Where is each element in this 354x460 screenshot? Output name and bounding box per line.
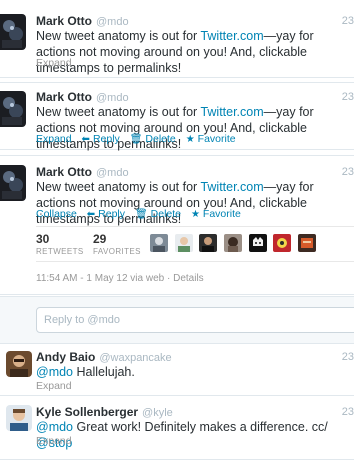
star-icon: ★	[185, 134, 195, 145]
reply-arrow-icon: ⬅	[81, 134, 90, 145]
reply-placeholder: Reply to @mdo	[44, 314, 120, 326]
tweet-text: @mdo Great work! Definitely makes a diff…	[36, 420, 328, 450]
tweet-card-1[interactable]: Mark Otto @mdo 23 New tweet anatomy is ou…	[0, 0, 354, 78]
favoriters-avatars	[150, 234, 319, 252]
reply-tweet-2[interactable]: Kyle Sollenberger @kyle 23 @mdo Great wor…	[0, 397, 354, 460]
favoriter-avatar[interactable]	[273, 234, 292, 252]
favoriter-avatar[interactable]	[174, 234, 193, 252]
tweet-actions: Expand	[36, 380, 72, 393]
favorite-action[interactable]: ★ Favorite	[186, 133, 236, 145]
fullname[interactable]: Kyle Sollenberger	[36, 405, 138, 419]
expand-link[interactable]: Expand	[36, 133, 72, 145]
timestamp[interactable]: 23	[342, 14, 354, 29]
expand-link[interactable]: Expand	[36, 380, 72, 392]
avatar[interactable]	[6, 351, 32, 377]
collapse-link[interactable]: Collapse	[36, 208, 77, 220]
favoriter-avatar[interactable]	[223, 234, 242, 252]
fullname[interactable]: Andy Baio	[36, 350, 95, 364]
tweet-stats: 30 RETWEETS 29 FAVORITES	[36, 226, 354, 262]
favorites-count: 29	[93, 232, 107, 246]
delete-action[interactable]: 🗑 Delete	[135, 208, 181, 220]
avatar[interactable]	[0, 14, 26, 50]
expand-link[interactable]: Expand	[36, 57, 72, 69]
favoriter-avatar[interactable]	[248, 234, 267, 252]
fullname[interactable]: Mark Otto	[36, 14, 92, 28]
delete-action[interactable]: 🗑 Delete	[130, 133, 176, 145]
tweet-text: @mdo Hallelujah.	[36, 365, 135, 379]
favorite-action[interactable]: ★ Favorite	[191, 208, 241, 220]
star-icon: ★	[190, 209, 200, 220]
mention-link[interactable]: @mdo	[36, 365, 73, 379]
favoriter-avatar[interactable]	[150, 234, 168, 252]
reply-action[interactable]: ⬅ Reply	[82, 133, 120, 145]
timestamp[interactable]: 23	[342, 350, 354, 365]
tweet-actions: Expand	[36, 57, 72, 70]
avatar[interactable]	[6, 405, 32, 431]
tweet-link[interactable]: Twitter.com	[200, 180, 263, 194]
tweet-actions: Expand ⬅ Reply 🗑 Delete ★ Favorite	[36, 133, 243, 146]
tweet-text: New tweet anatomy is out for Twitter.com…	[36, 29, 314, 75]
mention-link[interactable]: @mdo	[36, 420, 73, 434]
trash-icon: 🗑	[134, 209, 148, 220]
username[interactable]: @mdo	[96, 167, 129, 179]
favorites-label: FAVORITES	[93, 247, 141, 256]
favorites-stat[interactable]: 29 FAVORITES	[93, 233, 141, 257]
trash-icon: 🗑	[129, 134, 143, 145]
expand-link[interactable]: Expand	[36, 435, 72, 447]
reply-tweet-1[interactable]: Andy Baio @waxpancake 23 @mdo Hallelujah.…	[0, 344, 354, 396]
tweet-link[interactable]: Twitter.com	[200, 29, 263, 43]
username[interactable]: @kyle	[142, 407, 173, 419]
reply-input[interactable]: Reply to @mdo	[36, 307, 354, 333]
timestamp[interactable]: 23	[342, 90, 354, 105]
timestamp[interactable]: 23	[342, 405, 354, 420]
tweet-meta[interactable]: 11:54 AM - 1 May 12 via web · Details	[36, 273, 204, 284]
avatar[interactable]	[0, 91, 26, 127]
username[interactable]: @mdo	[96, 92, 129, 104]
favoriter-avatar[interactable]	[297, 234, 316, 252]
reply-area: Reply to @mdo	[0, 296, 354, 344]
tweet-card-2[interactable]: Mark Otto @mdo 23 New tweet anatomy is ou…	[0, 82, 354, 151]
favoriter-avatar[interactable]	[199, 234, 218, 252]
retweets-count: 30	[36, 232, 50, 246]
tweet-stream: Mark Otto @mdo 23 New tweet anatomy is ou…	[0, 0, 354, 460]
retweets-label: RETWEETS	[36, 247, 84, 256]
tweet-actions: Collapse ⬅ Reply 🗑 Delete ★ Favorite	[36, 208, 248, 221]
tweet-actions: Expand	[36, 435, 72, 448]
reply-arrow-icon: ⬅	[86, 209, 96, 220]
tweet-link[interactable]: Twitter.com	[200, 105, 263, 119]
tweet-card-expanded[interactable]: Mark Otto @mdo 23 New tweet anatomy is ou…	[0, 155, 354, 295]
reply-action[interactable]: ⬅ Reply	[87, 208, 125, 220]
fullname[interactable]: Mark Otto	[36, 165, 92, 179]
fullname[interactable]: Mark Otto	[36, 90, 92, 104]
username[interactable]: @mdo	[96, 16, 129, 28]
username[interactable]: @waxpancake	[99, 352, 171, 364]
timestamp[interactable]: 23	[342, 165, 354, 180]
avatar[interactable]	[0, 165, 26, 201]
retweets-stat[interactable]: 30 RETWEETS	[36, 233, 84, 257]
